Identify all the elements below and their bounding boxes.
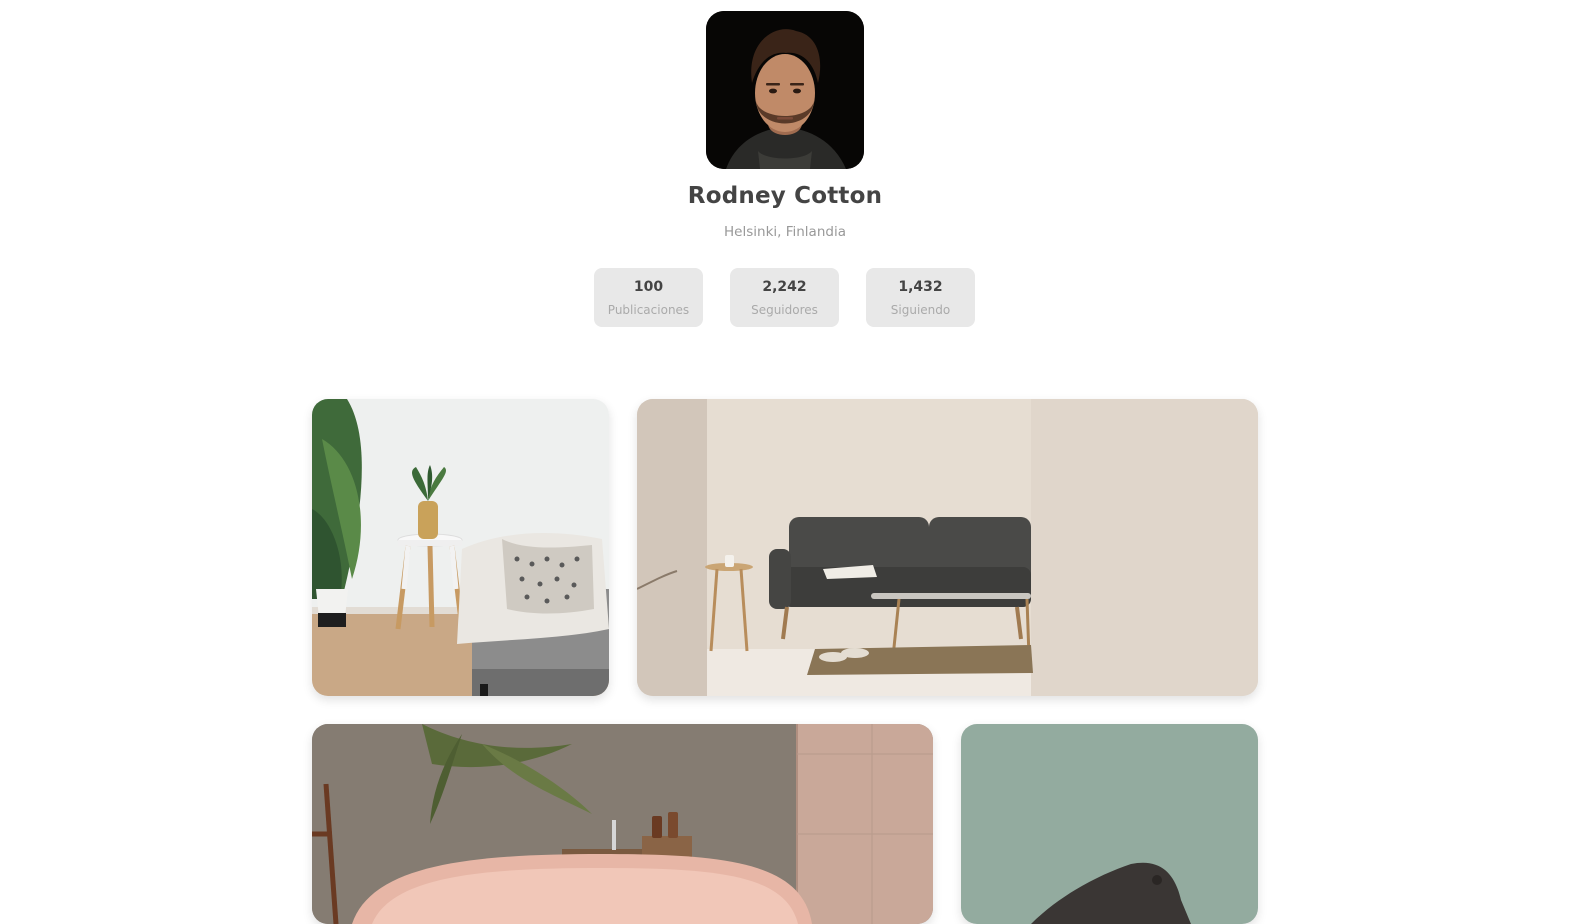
gallery-item-grey-sofa-living-room[interactable] <box>637 399 1258 696</box>
stat-posts[interactable]: 100 Publicaciones <box>594 268 703 327</box>
avatar-photo <box>706 11 864 169</box>
stat-following-label: Siguiendo <box>890 303 951 317</box>
gallery-photo <box>961 724 1258 924</box>
stat-followers[interactable]: 2,242 Seguidores <box>730 268 839 327</box>
stat-following-value: 1,432 <box>898 279 943 295</box>
profile-name: Rodney Cotton <box>687 183 883 209</box>
gallery-photo <box>312 399 609 696</box>
stat-posts-label: Publicaciones <box>607 303 690 317</box>
gallery-photo <box>637 399 1258 696</box>
stat-followers-value: 2,242 <box>762 279 807 295</box>
avatar[interactable] <box>706 11 864 169</box>
profile-location: Helsinki, Finlandia <box>724 224 846 240</box>
gallery-item-living-room-side-table[interactable] <box>312 399 609 696</box>
stat-posts-value: 100 <box>633 279 664 295</box>
gallery-photo <box>312 724 933 924</box>
stat-following[interactable]: 1,432 Siguiendo <box>866 268 975 327</box>
stat-followers-label: Seguidores <box>751 303 818 317</box>
gallery-item-green-wall-chair[interactable] <box>961 724 1258 924</box>
gallery-item-pink-bathtub[interactable] <box>312 724 933 924</box>
